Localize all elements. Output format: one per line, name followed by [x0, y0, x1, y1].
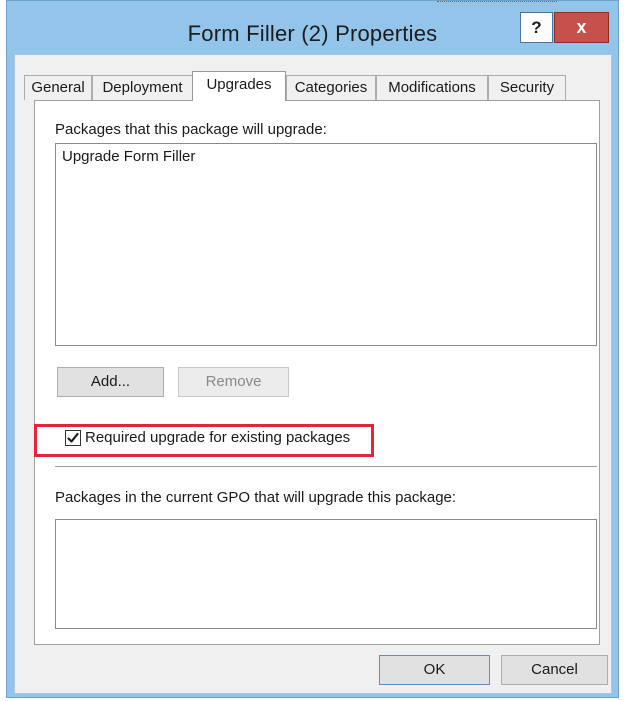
gpo-list-label: Packages in the current GPO that will up…	[55, 489, 457, 506]
help-button[interactable]: ?	[520, 12, 553, 43]
upgrades-tab-panel: Packages that this package will upgrade:…	[34, 100, 600, 645]
tab-categories[interactable]: Categories	[286, 75, 376, 100]
tab-deployment[interactable]: Deployment	[92, 75, 193, 100]
dialog-client-area: General Deployment Upgrades Categories M…	[14, 54, 612, 694]
remove-button[interactable]: Remove	[178, 367, 289, 397]
annotation-highlight	[34, 424, 374, 457]
tab-general[interactable]: General	[24, 75, 92, 100]
properties-dialog: Form Filler (2) Properties ? x General D…	[6, 0, 619, 698]
tab-upgrades[interactable]: Upgrades	[192, 71, 286, 101]
background-artifact	[437, 1, 557, 6]
gpo-packages-list[interactable]	[55, 519, 597, 629]
tab-security[interactable]: Security	[488, 75, 566, 100]
close-button[interactable]: x	[554, 12, 609, 43]
ok-button[interactable]: OK	[379, 655, 490, 685]
list-item[interactable]: Upgrade Form Filler	[62, 148, 195, 165]
cancel-button[interactable]: Cancel	[501, 655, 608, 685]
tab-modifications[interactable]: Modifications	[376, 75, 488, 100]
upgrade-list-label: Packages that this package will upgrade:	[55, 121, 327, 138]
upgrade-packages-list[interactable]: Upgrade Form Filler	[55, 143, 597, 346]
title-bar[interactable]: Form Filler (2) Properties ? x	[7, 1, 618, 46]
add-button[interactable]: Add...	[57, 367, 164, 397]
section-divider	[55, 466, 597, 467]
